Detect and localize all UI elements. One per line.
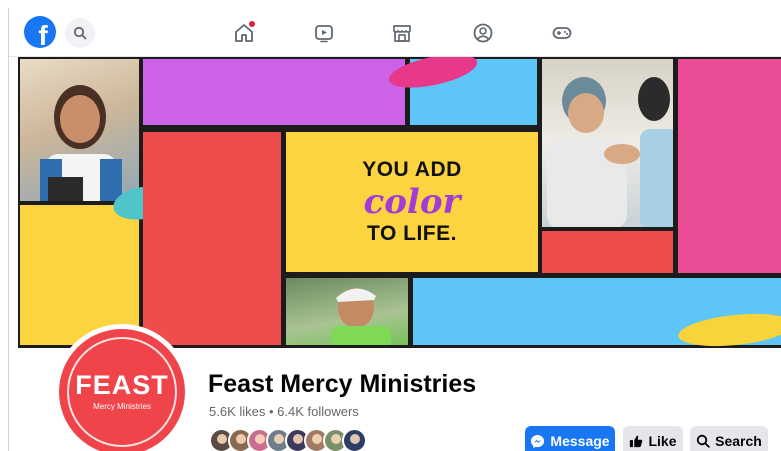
tagline-line-1: YOU ADD: [362, 158, 462, 181]
message-label: Message: [550, 433, 610, 449]
nav-groups[interactable]: [470, 20, 496, 46]
search-button[interactable]: [65, 18, 95, 48]
cover-photo[interactable]: YOU ADD color TO LIFE.: [18, 57, 781, 348]
cover-tagline: YOU ADD color TO LIFE.: [286, 132, 538, 272]
nav-gaming[interactable]: [549, 20, 575, 46]
search-icon: [73, 26, 87, 40]
like-label: Like: [648, 433, 677, 449]
gaming-icon: [552, 27, 572, 39]
groups-icon: [473, 23, 493, 43]
man-illustration: [331, 288, 391, 345]
girl-illustration: [40, 85, 122, 201]
tagline-line-3: TO LIFE.: [367, 222, 457, 245]
cover-photo-patient: [542, 59, 673, 227]
cover-photo-man: [286, 278, 408, 345]
facebook-logo-letter: f: [38, 20, 48, 48]
likes-followers-count[interactable]: 5.6K likes • 6.4K followers: [209, 404, 359, 419]
nav-home[interactable]: [231, 20, 257, 46]
friend-avatars[interactable]: [209, 428, 367, 451]
cover-red-block-right: [542, 231, 673, 273]
notification-dot: [249, 21, 255, 27]
facebook-logo[interactable]: f: [24, 16, 56, 48]
profile-picture[interactable]: FEAST Mercy Ministries: [54, 324, 190, 451]
friend-avatar[interactable]: [342, 428, 367, 451]
search-label: Search: [715, 433, 762, 449]
like-button[interactable]: Like: [623, 426, 683, 451]
facebook-page: f YOU ADD color TO LIFE. FEAST Mercy Min…: [8, 8, 781, 451]
watch-icon: [315, 25, 333, 43]
page-search-button[interactable]: Search: [690, 426, 768, 451]
message-button[interactable]: Message: [525, 426, 615, 451]
cover-red-block: [143, 132, 281, 345]
page-title: Feast Mercy Ministries: [208, 370, 477, 398]
top-nav-bar: f: [9, 8, 781, 57]
patient-illustration: [547, 77, 673, 227]
cover-magenta-block: [143, 59, 405, 125]
thumbs-up-icon: [630, 435, 643, 448]
tagline-line-2: color: [363, 182, 461, 222]
logo-ring: [67, 337, 177, 447]
marketplace-icon: [393, 25, 411, 42]
search-icon: [696, 434, 710, 448]
nav-watch[interactable]: [311, 20, 337, 46]
cover-photo-girl: [20, 59, 139, 201]
messenger-icon: [531, 434, 545, 448]
nav-marketplace[interactable]: [389, 20, 415, 46]
cover-pink-block: [678, 59, 781, 273]
feast-logo: FEAST Mercy Ministries: [59, 329, 185, 451]
